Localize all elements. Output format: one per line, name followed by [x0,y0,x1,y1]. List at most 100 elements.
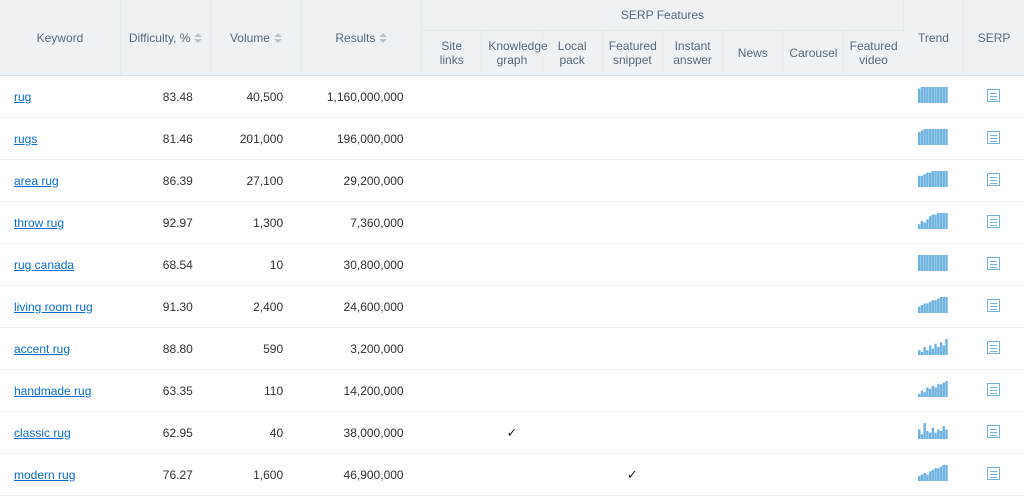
col-carousel[interactable]: Carousel [783,31,843,76]
featured-video-cell [843,76,903,118]
table-row: accent rug88.805903,200,000 [0,328,1024,370]
news-cell [723,202,783,244]
results-cell: 30,800,000 [301,244,421,286]
local-pack-cell [542,370,602,412]
results-cell: 14,200,000 [301,370,421,412]
site-links-cell [422,118,482,160]
carousel-cell [783,202,843,244]
news-cell [723,118,783,160]
news-cell [723,412,783,454]
col-news[interactable]: News [723,31,783,76]
instant-answer-cell [662,412,722,454]
sort-icon [194,33,202,43]
keyword-link[interactable]: throw rug [14,216,64,230]
local-pack-cell [542,160,602,202]
keyword-link[interactable]: area rug [14,174,59,188]
trend-cell [903,160,963,202]
results-cell: 7,360,000 [301,202,421,244]
featured-video-cell [843,328,903,370]
results-cell: 3,200,000 [301,328,421,370]
col-difficulty-label: Difficulty, % [129,31,191,45]
featured-snippet-cell [602,118,662,160]
site-links-cell [422,244,482,286]
table-row: classic rug62.954038,000,000✓ [0,412,1024,454]
volume-cell: 590 [211,328,301,370]
knowledge-graph-cell [482,202,542,244]
serp-icon[interactable] [987,173,1000,186]
col-knowledge-graph[interactable]: Knowledge graph [482,31,542,76]
volume-cell: 1,300 [211,202,301,244]
instant-answer-cell [662,118,722,160]
trend-cell [903,412,963,454]
keyword-link[interactable]: classic rug [14,426,71,440]
trend-cell [903,370,963,412]
news-cell [723,244,783,286]
difficulty-cell: 68.54 [120,244,210,286]
col-keyword[interactable]: Keyword [0,0,120,76]
site-links-cell [422,202,482,244]
site-links-cell [422,412,482,454]
keyword-link[interactable]: living room rug [14,300,93,314]
keyword-link[interactable]: rug canada [14,258,74,272]
trend-sparkline [918,255,948,271]
serp-icon[interactable] [987,131,1000,144]
carousel-cell [783,370,843,412]
col-featured-video[interactable]: Featured video [843,31,903,76]
col-volume-label: Volume [230,31,270,45]
serp-icon[interactable] [987,383,1000,396]
serp-icon[interactable] [987,89,1000,102]
carousel-cell [783,328,843,370]
serp-icon[interactable] [987,257,1000,270]
results-cell: 38,000,000 [301,412,421,454]
local-pack-cell [542,454,602,496]
keyword-link[interactable]: modern rug [14,468,75,482]
site-links-cell [422,286,482,328]
site-links-cell [422,370,482,412]
local-pack-cell [542,412,602,454]
serp-icon[interactable] [987,341,1000,354]
keyword-link[interactable]: handmade rug [14,384,91,398]
keyword-link[interactable]: rug [14,90,31,104]
keyword-link[interactable]: rugs [14,132,37,146]
results-cell: 46,900,000 [301,454,421,496]
difficulty-cell: 83.48 [120,76,210,118]
difficulty-cell: 62.95 [120,412,210,454]
col-serp[interactable]: SERP [964,0,1024,76]
col-local-pack[interactable]: Local pack [542,31,602,76]
instant-answer-cell [662,286,722,328]
serp-icon[interactable] [987,467,1000,480]
local-pack-cell [542,244,602,286]
featured-snippet-cell [602,244,662,286]
trend-sparkline [918,297,948,313]
instant-answer-cell [662,370,722,412]
knowledge-graph-cell [482,244,542,286]
col-volume[interactable]: Volume [211,0,301,76]
serp-icon[interactable] [987,299,1000,312]
featured-video-cell [843,160,903,202]
trend-sparkline [918,213,948,229]
col-featured-snippet[interactable]: Featured snippet [602,31,662,76]
keyword-link[interactable]: accent rug [14,342,70,356]
serp-icon[interactable] [987,215,1000,228]
carousel-cell [783,118,843,160]
serp-icon[interactable] [987,425,1000,438]
trend-cell [903,118,963,160]
news-cell [723,160,783,202]
news-cell [723,76,783,118]
col-site-links[interactable]: Site links [422,31,482,76]
col-trend[interactable]: Trend [903,0,963,76]
volume-cell: 2,400 [211,286,301,328]
site-links-cell [422,454,482,496]
trend-sparkline [918,465,948,481]
col-instant-answer[interactable]: Instant answer [662,31,722,76]
instant-answer-cell [662,202,722,244]
col-results[interactable]: Results [301,0,421,76]
sort-icon [379,33,387,43]
site-links-cell [422,160,482,202]
news-cell [723,370,783,412]
col-difficulty[interactable]: Difficulty, % [120,0,210,76]
local-pack-cell [542,76,602,118]
table-row: rug83.4840,5001,160,000,000 [0,76,1024,118]
table-row: rugs81.46201,000196,000,000 [0,118,1024,160]
featured-snippet-cell: ✓ [602,454,662,496]
